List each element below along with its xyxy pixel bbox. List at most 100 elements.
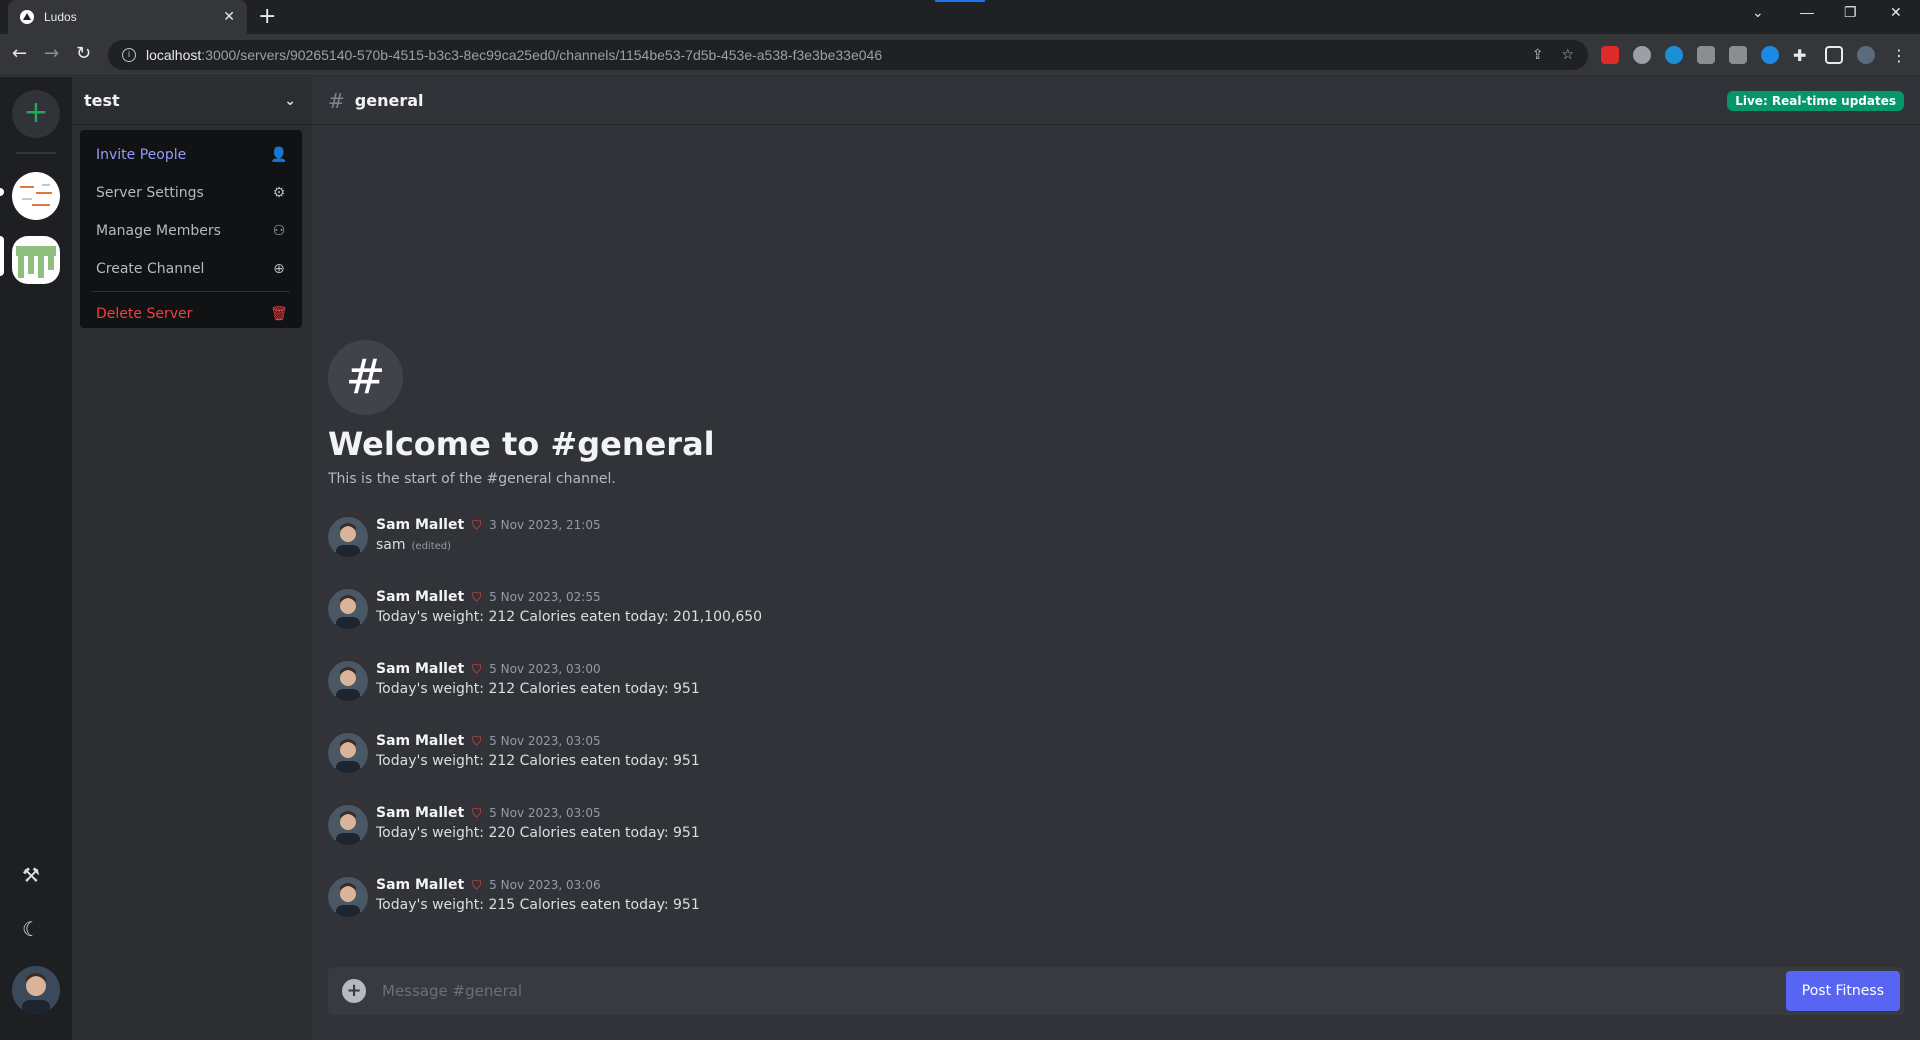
restore-button[interactable]: ❐	[1844, 4, 1857, 21]
minimize-button[interactable]: —	[1800, 4, 1814, 20]
message-timestamp: 3 Nov 2023, 21:05	[489, 518, 601, 532]
dumbbell-icon[interactable]: ⚒	[22, 863, 40, 887]
shield-icon: ⛉	[472, 733, 482, 748]
channel-welcome: # Welcome to #general This is the start …	[328, 340, 715, 487]
server-image	[20, 184, 52, 206]
message-text: Today's weight: 220 Calories eaten today…	[376, 825, 700, 841]
url-host: localhost	[146, 47, 202, 63]
app-root: + ⚒ ☾ test ⌄ Invite People 👤 Server Sett…	[0, 77, 1920, 1040]
reload-button[interactable]: ↻	[76, 44, 91, 64]
avatar-image	[336, 667, 360, 701]
moon-icon[interactable]: ☾	[22, 917, 40, 941]
add-server-button[interactable]: +	[12, 90, 60, 138]
edited-label: (edited)	[411, 541, 452, 552]
rail-divider	[16, 152, 56, 154]
message-composer: + Post Fitness	[328, 967, 1904, 1015]
menu-item-create-channel[interactable]: Create Channel ⊕	[88, 250, 294, 288]
user-avatar[interactable]	[12, 966, 60, 1014]
avatar-image	[336, 523, 360, 557]
url-path: :3000/servers/90265140-570b-4515-b3c3-8e…	[201, 47, 883, 63]
lightbulb-extension-icon[interactable]	[1633, 46, 1651, 64]
author-avatar[interactable]	[328, 517, 368, 557]
post-fitness-button[interactable]: Post Fitness	[1785, 971, 1900, 1011]
server-header[interactable]: test ⌄	[72, 77, 312, 125]
users-icon: ⚇	[272, 223, 286, 239]
message-timestamp: 5 Nov 2023, 03:06	[489, 878, 601, 892]
tab-title: Ludos	[44, 10, 77, 24]
welcome-title: Welcome to #general	[328, 425, 715, 463]
message-author[interactable]: Sam Mallet	[376, 517, 464, 533]
message-text: Today's weight: 215 Calories eaten today…	[376, 897, 700, 913]
new-tab-button[interactable]: +	[258, 5, 276, 29]
browser-tabbar: Ludos ✕ + ⌄ — ❐ ✕	[0, 0, 1920, 34]
extensions-puzzle-icon[interactable]: ✚	[1793, 46, 1811, 65]
browser-menu-icon[interactable]: ⋮	[1891, 46, 1909, 65]
menu-item-server-settings[interactable]: Server Settings ⚙	[88, 174, 294, 212]
message-text: sam	[376, 537, 406, 553]
extension-icon[interactable]	[1697, 46, 1715, 64]
server-dropdown-menu: Invite People 👤 Server Settings ⚙ Manage…	[80, 130, 302, 328]
shazam-extension-icon[interactable]	[1761, 46, 1779, 64]
address-bar[interactable]: i localhost :3000/servers/90265140-570b-…	[108, 40, 1588, 70]
menu-item-label: Invite People	[96, 147, 187, 163]
chevron-down-icon[interactable]: ⌄	[284, 93, 296, 109]
message-item: Sam Mallet ⛉ 5 Nov 2023, 03:06 Today's w…	[328, 877, 1888, 949]
message-timestamp: 5 Nov 2023, 03:05	[489, 806, 601, 820]
menu-item-manage-members[interactable]: Manage Members ⚇	[88, 212, 294, 250]
server-name: test	[84, 91, 120, 110]
channel-hash-icon: #	[328, 340, 403, 415]
message-input[interactable]	[382, 982, 1786, 1000]
avatar-image	[336, 811, 360, 845]
close-window-button[interactable]: ✕	[1890, 4, 1902, 21]
adblock-extension-icon[interactable]	[1601, 46, 1619, 64]
back-button[interactable]: ←	[12, 44, 27, 64]
message-text: Today's weight: 212 Calories eaten today…	[376, 681, 700, 697]
tab-search-icon[interactable]: ⌄	[1752, 4, 1764, 21]
menu-item-label: Create Channel	[96, 261, 205, 277]
shield-icon: ⛉	[472, 517, 482, 532]
menu-item-delete-server[interactable]: Delete Server 🗑	[88, 295, 294, 333]
browser-tab[interactable]: Ludos ✕	[8, 0, 247, 34]
share-icon[interactable]: ⇪	[1532, 47, 1544, 63]
message-text: Today's weight: 212 Calories eaten today…	[376, 753, 700, 769]
message-text: Today's weight: 212 Calories eaten today…	[376, 609, 763, 625]
author-avatar[interactable]	[328, 733, 368, 773]
profile-avatar-icon[interactable]	[1857, 46, 1875, 64]
message-author[interactable]: Sam Mallet	[376, 877, 464, 893]
message-author[interactable]: Sam Mallet	[376, 661, 464, 677]
message-content: sam (edited)	[376, 537, 451, 553]
message-author[interactable]: Sam Mallet	[376, 733, 464, 749]
hash-icon: #	[328, 88, 345, 113]
message-author[interactable]: Sam Mallet	[376, 589, 464, 605]
attach-plus-icon[interactable]: +	[342, 979, 366, 1003]
avatar-image	[336, 739, 360, 773]
side-panel-icon[interactable]	[1825, 46, 1843, 64]
server-icon-test[interactable]	[12, 172, 60, 220]
trash-icon: 🗑	[270, 306, 288, 322]
message-author[interactable]: Sam Mallet	[376, 805, 464, 821]
avatar-image	[336, 595, 360, 629]
shield-icon: ⛉	[472, 589, 482, 604]
plus-circle-icon: ⊕	[273, 261, 285, 277]
welcome-subtitle: This is the start of the #general channe…	[328, 471, 616, 487]
react-devtools-icon[interactable]	[1665, 46, 1683, 64]
server-icon-fitness[interactable]	[12, 236, 60, 284]
author-avatar[interactable]	[328, 805, 368, 845]
message-timestamp: 5 Nov 2023, 03:05	[489, 734, 601, 748]
message-item: Sam Mallet ⛉ 5 Nov 2023, 03:05 Today's w…	[328, 733, 1888, 805]
menu-item-invite-people[interactable]: Invite People 👤	[88, 136, 294, 174]
menu-divider	[92, 291, 290, 292]
message-timestamp: 5 Nov 2023, 02:55	[489, 590, 601, 604]
forward-button[interactable]: →	[44, 44, 59, 64]
author-avatar[interactable]	[328, 661, 368, 701]
ludos-favicon-icon	[20, 10, 34, 24]
author-avatar[interactable]	[328, 589, 368, 629]
extension-2-icon[interactable]	[1729, 46, 1747, 64]
site-info-icon[interactable]: i	[122, 48, 136, 62]
message-list: Sam Mallet ⛉ 3 Nov 2023, 21:05 sam (edite…	[328, 517, 1888, 949]
message-item: Sam Mallet ⛉ 5 Nov 2023, 03:00 Today's w…	[328, 661, 1888, 733]
bookmark-star-icon[interactable]: ☆	[1561, 47, 1574, 63]
avatar-image	[336, 883, 360, 917]
tab-close-icon[interactable]: ✕	[223, 9, 235, 25]
author-avatar[interactable]	[328, 877, 368, 917]
